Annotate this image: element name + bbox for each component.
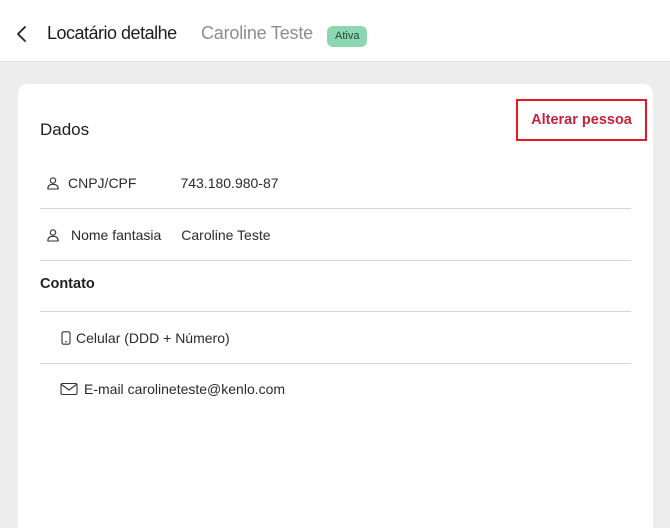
nome-fantasia-label: Nome fantasia bbox=[71, 227, 162, 243]
celular-label: Celular (DDD + Número) bbox=[76, 330, 230, 346]
user-icon bbox=[46, 176, 60, 190]
phone-icon bbox=[61, 331, 71, 345]
row-email: E-mail carolineteste@kenlo.com bbox=[40, 363, 631, 415]
chevron-left-icon bbox=[17, 26, 26, 42]
cnpj-cpf-label: CNPJ/CPF bbox=[68, 175, 137, 191]
tenant-name: Caroline Teste bbox=[201, 23, 313, 43]
page-title: Locatário detalhe bbox=[47, 23, 177, 43]
section-title-contato: Contato bbox=[40, 276, 95, 292]
row-cnpj-cpf: CNPJ/CPF 743.180.980-87 bbox=[40, 157, 631, 209]
status-badge: Ativa bbox=[327, 26, 368, 47]
mail-icon bbox=[60, 382, 78, 396]
back-button[interactable] bbox=[12, 24, 32, 44]
nome-fantasia-value: Caroline Teste bbox=[181, 227, 271, 243]
section-title-dados: Dados bbox=[40, 120, 90, 139]
details-card: Dados Alterar pessoa CNPJ/CPF 743.180.98… bbox=[18, 84, 653, 528]
page-header: Locatário detalhe Caroline Teste Ativa bbox=[0, 0, 670, 62]
row-celular: Celular (DDD + Número) bbox=[40, 312, 631, 364]
row-nome-fantasia: Nome fantasia Caroline Teste bbox=[40, 209, 631, 261]
divider bbox=[40, 260, 631, 261]
email-label: E-mail bbox=[84, 381, 124, 397]
cnpj-cpf-value: 743.180.980-87 bbox=[180, 175, 279, 191]
alter-person-button[interactable]: Alterar pessoa bbox=[516, 99, 647, 141]
user-icon bbox=[46, 228, 60, 242]
email-value[interactable]: carolineteste@kenlo.com bbox=[128, 381, 285, 397]
